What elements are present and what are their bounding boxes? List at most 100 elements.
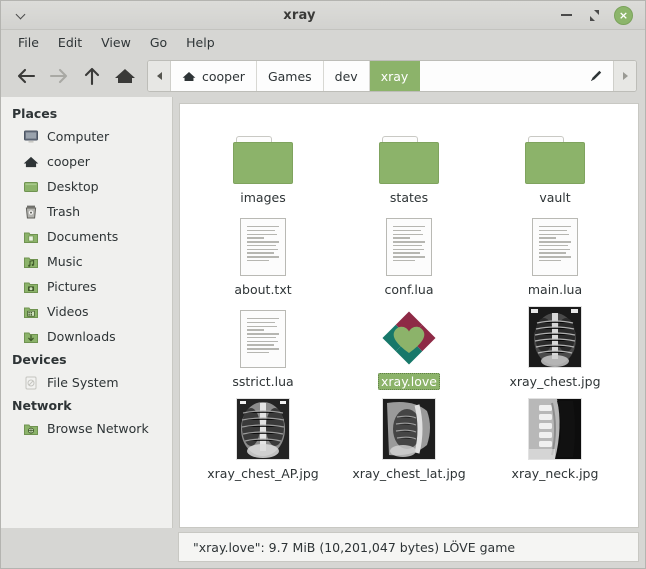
menu-item-go[interactable]: Go	[142, 33, 175, 52]
file-thumbnail	[379, 306, 439, 368]
home-icon	[182, 71, 196, 81]
file-item[interactable]: xray_chest_lat.jpg	[336, 394, 482, 482]
sidebar-item-desktop[interactable]: Desktop	[1, 174, 172, 199]
toolbar: cooper Games dev xray	[1, 55, 645, 97]
sidebar-section-places: Places	[12, 106, 58, 121]
sidebar-item-label: Videos	[47, 304, 89, 319]
file-name: vault	[539, 190, 571, 205]
file-name: xray_chest_AP.jpg	[207, 466, 319, 481]
sidebar-item-label: Music	[47, 254, 83, 269]
title-bar: xray ×	[1, 1, 645, 30]
file-name: about.txt	[234, 282, 292, 297]
menu-item-help[interactable]: Help	[178, 33, 223, 52]
music-folder-icon	[24, 257, 38, 268]
sidebar-item-label: File System	[47, 375, 119, 390]
sidebar-item-label: Browse Network	[47, 421, 149, 436]
home-button[interactable]	[108, 60, 141, 92]
file-item[interactable]: about.txt	[190, 210, 336, 298]
sidebar-section-network: Network	[12, 398, 72, 413]
status-bar: "xray.love": 9.7 MiB (10,201,047 bytes) …	[178, 532, 639, 562]
status-bar-spacer	[1, 528, 172, 568]
file-name: xray_chest.jpg	[509, 374, 601, 389]
up-button[interactable]	[75, 60, 108, 92]
file-item[interactable]: xray_neck.jpg	[482, 394, 628, 482]
home-icon	[114, 69, 135, 83]
path-scroll-left-button[interactable]	[148, 61, 171, 91]
file-thumbnail	[386, 214, 432, 276]
back-button[interactable]	[9, 60, 42, 92]
sidebar-item-videos[interactable]: Videos	[1, 299, 172, 324]
sidebar-item-computer[interactable]: Computer	[1, 124, 172, 149]
file-item[interactable]: conf.lua	[336, 210, 482, 298]
sidebar-item-label: Downloads	[47, 329, 116, 344]
maximize-button[interactable]	[586, 7, 603, 24]
love-game-icon	[382, 311, 436, 365]
file-name: conf.lua	[384, 282, 434, 297]
breadcrumb-label: cooper	[202, 68, 245, 84]
drive-icon	[25, 376, 37, 389]
file-item[interactable]: xray_chest.jpg	[482, 302, 628, 390]
folder-icon	[233, 136, 293, 184]
sidebar: Places Computer cooper Desktop Trash Doc…	[1, 97, 173, 528]
document-icon	[240, 218, 286, 276]
path-bar: cooper Games dev xray	[147, 60, 637, 92]
folder-icon	[525, 136, 585, 184]
path-edit-area[interactable]	[420, 61, 613, 91]
breadcrumb-cooper[interactable]: cooper	[171, 61, 257, 91]
restore-icon	[589, 9, 600, 21]
file-item-selected[interactable]: xray.love	[336, 302, 482, 390]
file-item[interactable]: images	[190, 118, 336, 206]
breadcrumb-label: dev	[334, 68, 358, 84]
file-name: xray.love	[378, 373, 440, 390]
file-name: sstrict.lua	[232, 374, 294, 389]
sidebar-item-pictures[interactable]: Pictures	[1, 274, 172, 299]
close-button[interactable]: ×	[614, 5, 633, 25]
window-menu-button[interactable]	[1, 11, 41, 20]
breadcrumb-games[interactable]: Games	[256, 61, 324, 91]
forward-arrow-icon	[49, 68, 67, 84]
file-item[interactable]: main.lua	[482, 210, 628, 298]
file-item[interactable]: states	[336, 118, 482, 206]
menu-bar: File Edit View Go Help	[1, 30, 645, 55]
forward-button[interactable]	[42, 60, 75, 92]
home-icon	[23, 156, 39, 167]
minimize-button[interactable]	[558, 7, 575, 24]
sidebar-item-label: Documents	[47, 229, 119, 244]
status-bar-wrap: "xray.love": 9.7 MiB (10,201,047 bytes) …	[1, 528, 645, 568]
file-item[interactable]: vault	[482, 118, 628, 206]
menu-item-edit[interactable]: Edit	[50, 33, 90, 52]
xray-chest-pa-thumbnail	[528, 306, 582, 368]
file-thumbnail	[379, 122, 439, 184]
breadcrumb-xray[interactable]: xray	[369, 61, 421, 91]
sidebar-item-browse-network[interactable]: Browse Network	[1, 416, 172, 441]
sidebar-item-music[interactable]: Music	[1, 249, 172, 274]
xray-chest-lateral-thumbnail	[382, 398, 436, 460]
sidebar-item-label: Computer	[47, 129, 110, 144]
xray-chest-ap-thumbnail	[236, 398, 290, 460]
sidebar-item-file-system[interactable]: File System	[1, 370, 172, 395]
menu-item-file[interactable]: File	[10, 33, 47, 52]
file-list-pane[interactable]: images states vault about.txt conf.lua m…	[179, 103, 639, 528]
trash-icon	[25, 205, 37, 218]
file-thumbnail	[382, 398, 436, 460]
sidebar-item-cooper[interactable]: cooper	[1, 149, 172, 174]
file-item[interactable]: xray_chest_AP.jpg	[190, 394, 336, 482]
document-icon	[240, 310, 286, 368]
sidebar-item-label: Pictures	[47, 279, 97, 294]
icon-grid: images states vault about.txt conf.lua m…	[180, 104, 638, 482]
xray-neck-thumbnail	[528, 398, 582, 460]
minimize-icon	[561, 14, 572, 16]
computer-icon	[24, 130, 38, 143]
file-item[interactable]: sstrict.lua	[190, 302, 336, 390]
breadcrumb-label: Games	[267, 68, 312, 84]
file-thumbnail	[236, 398, 290, 460]
path-scroll-right-button[interactable]	[613, 61, 636, 91]
videos-folder-icon	[24, 307, 38, 318]
sidebar-item-downloads[interactable]: Downloads	[1, 324, 172, 349]
menu-item-view[interactable]: View	[93, 33, 139, 52]
file-name: images	[240, 190, 286, 205]
breadcrumb-dev[interactable]: dev	[323, 61, 370, 91]
file-thumbnail	[525, 122, 585, 184]
sidebar-item-documents[interactable]: Documents	[1, 224, 172, 249]
sidebar-item-trash[interactable]: Trash	[1, 199, 172, 224]
